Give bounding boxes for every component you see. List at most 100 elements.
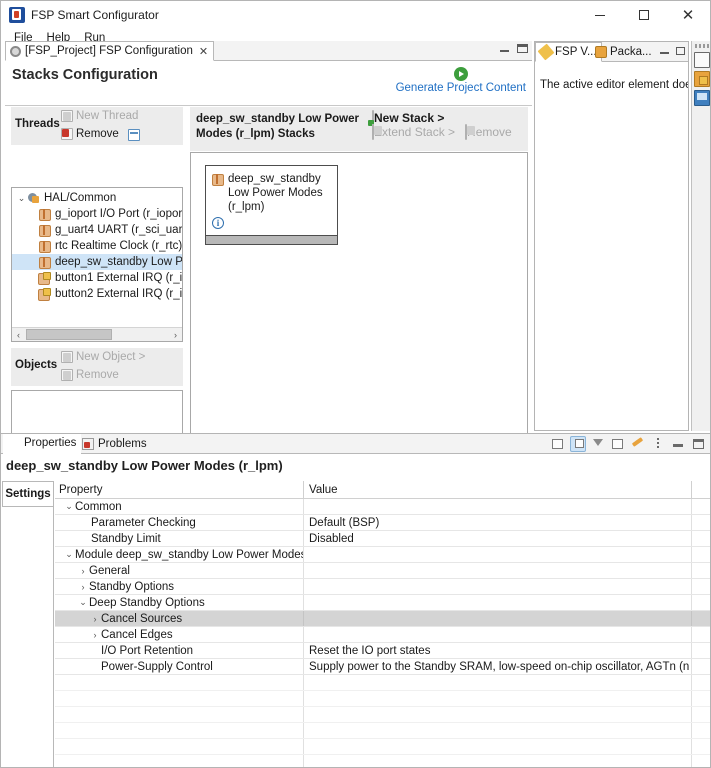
column-header-property[interactable]: Property <box>55 481 304 498</box>
window-title: FSP Smart Configurator <box>31 8 159 22</box>
property-label: Deep Standby Options <box>89 596 205 609</box>
maximize-button[interactable] <box>622 1 666 29</box>
property-label: Power-Supply Control <box>101 660 213 673</box>
property-label: Standby Options <box>89 580 175 593</box>
tree-item-rtc[interactable]: rtc Realtime Clock (r_rtc) <box>12 238 182 254</box>
stacks-configuration-header: Stacks Configuration Generate Project Co… <box>5 62 532 106</box>
tab-label: Problems <box>98 438 147 450</box>
new-view-icon[interactable] <box>550 436 566 452</box>
tree-item-button2[interactable]: button2 External IRQ (r_icu) <box>12 286 182 302</box>
column-header-spacer <box>692 481 710 498</box>
remove-object-label: Remove <box>76 369 119 381</box>
property-label: General <box>89 564 130 577</box>
tab-properties[interactable]: Properties <box>3 434 82 454</box>
new-stack-button[interactable]: New Stack > <box>372 110 444 126</box>
chevron-right-icon[interactable]: › <box>77 566 89 576</box>
threads-tree-horizontal-scrollbar[interactable]: ‹ › <box>12 327 182 341</box>
tab-problems[interactable]: Problems <box>77 434 152 454</box>
table-row[interactable]: › Cancel Edges <box>55 627 710 643</box>
close-icon[interactable]: ✕ <box>199 45 208 58</box>
chevron-down-icon[interactable]: ⌄ <box>63 501 75 512</box>
right-dock-tools <box>660 47 685 55</box>
property-value[interactable]: Reset the IO port states <box>304 643 692 658</box>
minimize-icon[interactable] <box>500 45 509 52</box>
table-row[interactable]: ⌄ Common <box>55 499 710 515</box>
table-row[interactable]: › Standby Options <box>55 579 710 595</box>
minimize-button[interactable] <box>578 1 622 29</box>
stack-card-label: deep_sw_standby Low Power Modes (r_lpm) <box>228 173 323 213</box>
threads-tree[interactable]: ⌄ HAL/Common g_ioport I/O Port (r_ioport… <box>11 187 183 342</box>
table-row[interactable]: ⌄ Module deep_sw_standby Low Power Modes… <box>55 547 710 563</box>
minimize-icon[interactable] <box>670 436 686 452</box>
table-row[interactable]: Standby Limit Disabled <box>55 531 710 547</box>
stack-card-deep-sw-standby[interactable]: deep_sw_standby Low Power Modes (r_lpm) … <box>205 165 338 245</box>
chevron-down-icon[interactable]: ⌄ <box>77 597 89 608</box>
tree-item-hal-common[interactable]: ⌄ HAL/Common <box>12 190 182 206</box>
stacks-canvas[interactable]: deep_sw_standby Low Power Modes (r_lpm) … <box>190 152 528 446</box>
remove-object-button[interactable]: Remove <box>61 369 119 381</box>
property-value[interactable]: Disabled <box>304 531 692 546</box>
tab-settings[interactable]: Settings <box>2 481 54 507</box>
property-value <box>304 611 692 626</box>
restore-icon[interactable] <box>676 47 685 55</box>
remove-thread-label: Remove <box>76 128 119 140</box>
editor-tab-label: [FSP_Project] FSP Configuration <box>25 45 193 57</box>
generate-project-content-label: Generate Project Content <box>395 82 526 94</box>
settings-rail <box>2 507 54 767</box>
generate-project-content-button[interactable]: Generate Project Content <box>396 67 526 94</box>
minimize-icon[interactable] <box>660 47 669 54</box>
table-row[interactable]: I/O Port Retention Reset the IO port sta… <box>55 643 710 659</box>
info-icon[interactable]: i <box>212 217 224 229</box>
table-row[interactable]: › General <box>55 563 710 579</box>
view-menu-icon[interactable] <box>650 436 666 452</box>
table-row[interactable]: Power-Supply Control Supply power to the… <box>55 659 710 675</box>
chevron-right-icon[interactable]: › <box>77 582 89 592</box>
console-view-icon[interactable] <box>693 90 710 106</box>
table-row-empty <box>55 707 710 723</box>
drag-grip[interactable] <box>694 44 709 48</box>
right-dock-body-text: The active editor element does not <box>540 79 688 91</box>
chevron-right-icon[interactable]: › <box>89 614 101 624</box>
scroll-left-icon[interactable]: ‹ <box>12 330 25 340</box>
property-value[interactable]: Supply power to the Standby SRAM, low-sp… <box>304 659 692 674</box>
chevron-right-icon[interactable]: › <box>89 630 101 640</box>
maximize-icon[interactable] <box>517 44 528 53</box>
close-button[interactable]: ✕ <box>666 1 710 29</box>
collapse-all-icon[interactable] <box>128 129 140 141</box>
remove-thread-button[interactable]: Remove <box>61 128 119 140</box>
scroll-right-icon[interactable]: › <box>169 330 182 340</box>
tree-item-deep-sw-standby[interactable]: deep_sw_standby Low Power Modes (r_lpm) <box>12 254 182 270</box>
table-row[interactable]: › Cancel Sources <box>55 611 710 627</box>
pin-icon[interactable] <box>630 436 646 452</box>
new-object-button[interactable]: New Object > <box>61 351 145 363</box>
remove-icon <box>61 369 73 381</box>
chevron-down-icon[interactable]: ⌄ <box>63 549 75 560</box>
objects-panel-label: Objects <box>15 359 58 371</box>
editor-tab-fsp-configuration[interactable]: [FSP_Project] FSP Configuration ✕ <box>5 41 215 61</box>
maximize-icon[interactable] <box>690 436 706 452</box>
remove-stack-button[interactable]: Remove <box>465 124 512 140</box>
new-thread-button[interactable]: New Thread <box>61 110 138 122</box>
property-label: Module deep_sw_standby Low Power Modes (… <box>75 548 304 561</box>
tree-item-g-uart4[interactable]: g_uart4 UART (r_sci_uart) <box>12 222 182 238</box>
scrollbar-thumb[interactable] <box>26 329 112 340</box>
column-header-value[interactable]: Value <box>304 481 692 498</box>
threads-panel-label: Threads <box>15 118 60 130</box>
show-categories-icon[interactable] <box>570 436 586 452</box>
chevron-down-icon[interactable]: ⌄ <box>16 193 27 204</box>
table-row[interactable]: ⌄ Deep Standby Options <box>55 595 710 611</box>
tree-item-button1[interactable]: button1 External IRQ (r_icu) <box>12 270 182 286</box>
property-label: I/O Port Retention <box>101 644 194 657</box>
table-row[interactable]: Parameter Checking Default (BSP) <box>55 515 710 531</box>
properties-table[interactable]: Property Value ⌄ Common Parameter Checki… <box>55 481 710 767</box>
filter-icon[interactable] <box>590 436 606 452</box>
package-view-icon[interactable] <box>693 71 710 87</box>
remove-icon <box>61 128 73 140</box>
restore-view-icon[interactable] <box>693 52 710 68</box>
property-value[interactable]: Default (BSP) <box>304 515 692 530</box>
tree-item-g-ioport[interactable]: g_ioport I/O Port (r_ioport) <box>12 206 182 222</box>
tab-package[interactable]: Packa... <box>591 42 656 62</box>
restore-defaults-icon[interactable] <box>610 436 626 452</box>
extend-stack-button[interactable]: Extend Stack > <box>372 124 455 140</box>
property-value <box>304 579 692 594</box>
